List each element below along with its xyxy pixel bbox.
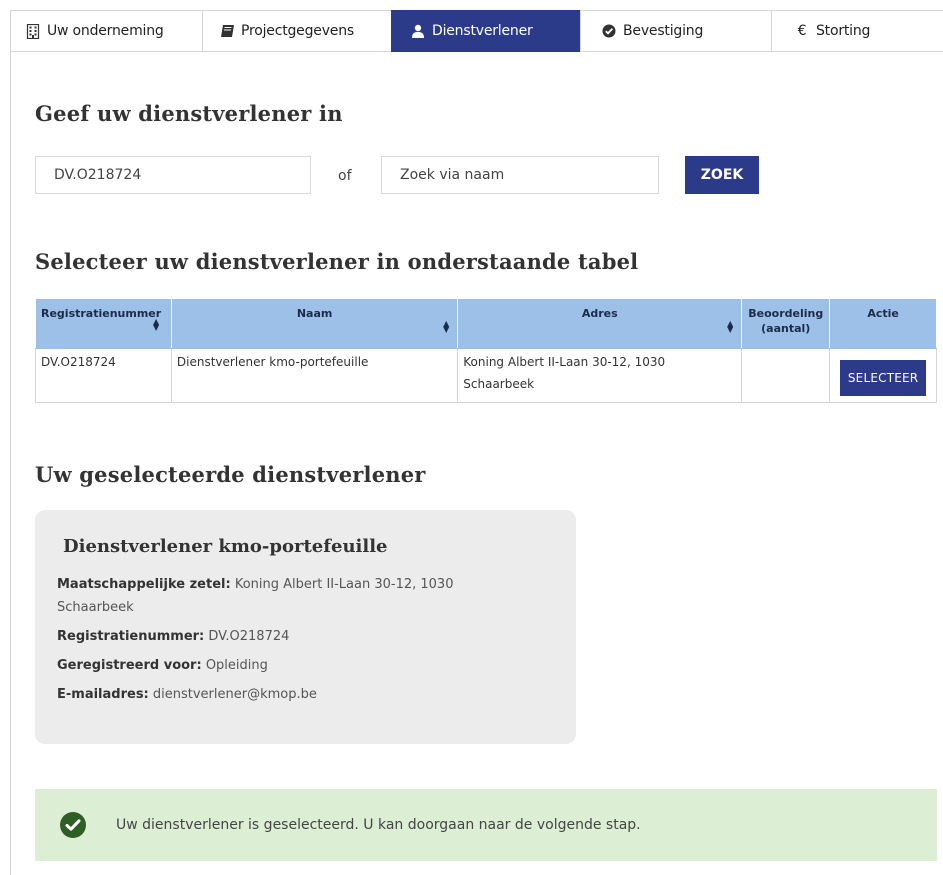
tab-label: Bevestiging	[623, 23, 704, 39]
detail-value: DV.O218724	[208, 629, 290, 644]
tab-uw-onderneming[interactable]: Uw onderneming	[10, 10, 202, 52]
user-icon	[410, 23, 426, 39]
detail-value-line2: Schaarbeek	[57, 600, 134, 615]
column-header-address[interactable]: Adres ▲ ▼	[457, 298, 743, 349]
euro-icon: €	[797, 23, 807, 39]
tab-bevestiging[interactable]: Bevestiging	[580, 10, 771, 52]
column-header-label: Beoordeling	[748, 307, 824, 320]
results-table: Registratienummer ▲ ▼ Naam ▲ ▼ Adres ▲ ▼ Be…	[35, 298, 937, 403]
step-tabs: Uw onderneming Projectgegevens Dienstver…	[10, 10, 943, 53]
cell-rating	[741, 348, 831, 403]
name-search-placeholder: Zoek via naam	[400, 167, 505, 183]
detail-label: Maatschappelijke zetel:	[57, 577, 231, 592]
table-header-row: Registratienummer ▲ ▼ Naam ▲ ▼ Adres ▲ ▼ Be…	[35, 298, 937, 349]
detail-value: Opleiding	[205, 658, 268, 673]
detail-label: E-mailadres:	[57, 687, 149, 702]
table-heading: Selecteer uw dienstverlener in onderstaa…	[35, 249, 639, 274]
detail-value: dienstverlener@kmop.be	[152, 687, 317, 702]
registration-number-input[interactable]: DV.O218724	[35, 156, 311, 194]
tab-projectgegevens[interactable]: Projectgegevens	[202, 10, 391, 52]
column-header-label: Naam	[296, 307, 333, 320]
cell-address-line1: Koning Albert II-Laan 30-12, 1030	[463, 355, 666, 369]
sort-icon: ▲ ▼	[153, 317, 160, 332]
table-row: DV.O218724 Dienstverlener kmo-portefeuil…	[35, 348, 937, 403]
detail-seat: Maatschappelijke zetel: Koning Albert II…	[57, 573, 527, 619]
content-left-border	[10, 52, 11, 875]
book-icon	[219, 23, 235, 39]
detail-registered-for: Geregistreerd voor: Opleiding	[57, 654, 527, 677]
building-icon	[25, 23, 41, 39]
column-header-rating: Beoordeling (aantal)	[741, 298, 831, 349]
column-header-name[interactable]: Naam ▲ ▼	[170, 298, 459, 349]
provider-name: Dienstverlener kmo-portefeuille	[63, 536, 388, 557]
check-circle-icon	[601, 23, 617, 39]
tab-dienstverlener[interactable]: Dienstverlener	[391, 10, 580, 52]
tab-label: Storting	[816, 23, 871, 39]
tab-storting[interactable]: € Storting	[771, 10, 943, 52]
detail-label: Geregistreerd voor:	[57, 658, 202, 673]
cell-address-line2: Schaarbeek	[463, 377, 535, 391]
tab-label: Uw onderneming	[47, 23, 164, 39]
detail-registration: Registratienummer: DV.O218724	[57, 625, 527, 648]
column-header-label: Registratienummer	[41, 307, 162, 320]
sort-icon: ▲ ▼	[727, 319, 734, 334]
cell-action: SELECTEER	[829, 348, 937, 403]
tab-label: Projectgegevens	[241, 23, 354, 39]
detail-email: E-mailadres: dienstverlener@kmop.be	[57, 683, 527, 706]
search-heading: Geef uw dienstverlener in	[35, 101, 343, 126]
column-header-label: Actie	[867, 307, 899, 320]
column-header-registration[interactable]: Registratienummer ▲ ▼	[35, 298, 172, 349]
search-button[interactable]: ZOEK	[685, 156, 759, 194]
detail-value: Koning Albert II-Laan 30-12, 1030	[234, 577, 454, 592]
select-button[interactable]: SELECTEER	[839, 360, 927, 396]
column-header-action: Actie	[829, 298, 937, 349]
success-alert: Uw dienstverlener is geselecteerd. U kan…	[35, 789, 937, 861]
check-circle-icon	[60, 812, 86, 838]
column-header-label-sub: (aantal)	[761, 322, 811, 335]
or-label: of	[338, 168, 352, 184]
column-header-label: Adres	[581, 307, 618, 320]
success-message: Uw dienstverlener is geselecteerd. U kan…	[116, 817, 641, 833]
cell-name: Dienstverlener kmo-portefeuille	[170, 348, 459, 403]
registration-number-value: DV.O218724	[54, 167, 142, 183]
selected-heading: Uw geselecteerde dienstverlener	[35, 462, 426, 487]
cell-registration: DV.O218724	[35, 348, 172, 403]
cell-address: Koning Albert II-Laan 30-12, 1030 Schaar…	[457, 348, 743, 403]
tab-label: Dienstverlener	[432, 23, 533, 39]
detail-label: Registratienummer:	[57, 629, 205, 644]
selected-provider-card: Dienstverlener kmo-portefeuille Maatscha…	[35, 510, 576, 744]
name-search-input[interactable]: Zoek via naam	[381, 156, 659, 194]
sort-icon: ▲ ▼	[443, 319, 450, 334]
provider-details: Maatschappelijke zetel: Koning Albert II…	[57, 573, 527, 712]
